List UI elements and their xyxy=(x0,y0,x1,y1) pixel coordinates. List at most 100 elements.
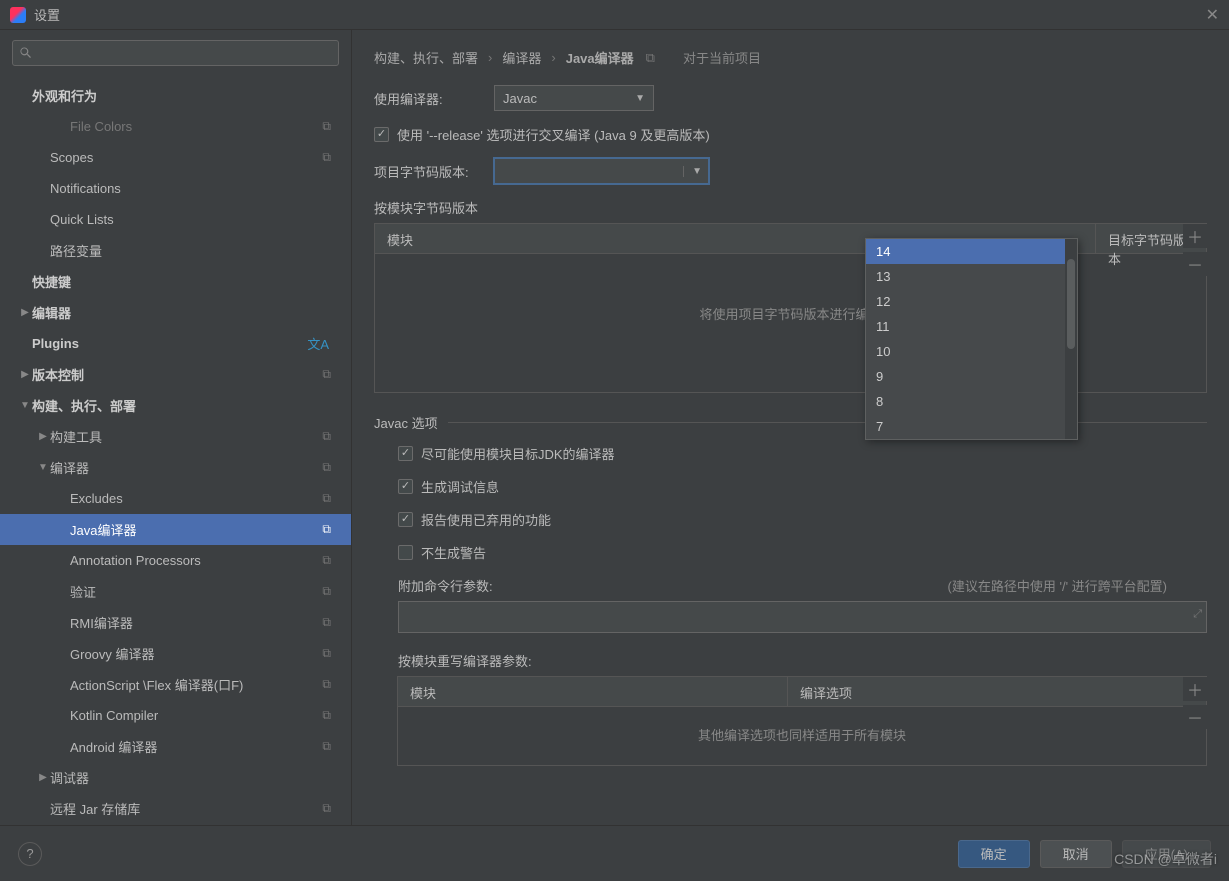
sidebar-item[interactable]: Excludes⧉ xyxy=(0,483,351,514)
sidebar-item[interactable]: ActionScript \Flex 编译器(口F)⧉ xyxy=(0,669,351,700)
override-label: 按模块重写编译器参数: xyxy=(398,651,1207,670)
cmdline-input[interactable]: ⤢ xyxy=(398,601,1207,633)
chevron-down-icon: ▼ xyxy=(683,166,702,177)
module-override-table: 模块 编译选项 ＋ － 其他编译选项也同样适用于所有模块 xyxy=(397,676,1207,766)
scrollbar[interactable] xyxy=(1065,239,1077,439)
copy-icon: ⧉ xyxy=(646,50,655,66)
sidebar-item[interactable]: 远程 Jar 存储库⧉ xyxy=(0,793,351,824)
ok-button[interactable]: 确定 xyxy=(958,840,1030,868)
release-checkbox-label: 使用 '--release' 选项进行交叉编译 (Java 9 及更高版本) xyxy=(397,125,710,144)
settings-tree: 外观和行为File Colors⧉Scopes⧉NotificationsQui… xyxy=(0,76,351,825)
javac-section-title: Javac 选项 xyxy=(374,413,1207,432)
copy-icon: ⧉ xyxy=(322,677,331,692)
copy-icon: ⧉ xyxy=(322,522,331,537)
module-bytecode-table: 模块 目标字节码版本 ＋ － 将使用项目字节码版本进行编译 xyxy=(374,223,1207,393)
search-input[interactable] xyxy=(12,40,339,66)
close-icon[interactable]: ✕ xyxy=(1206,5,1219,25)
dropdown-option[interactable]: 7 xyxy=(866,414,1077,439)
cmdline-hint: (建议在路径中使用 '/' 进行跨平台配置) xyxy=(948,576,1167,595)
dropdown-option[interactable]: 10 xyxy=(866,339,1077,364)
compiler-label: 使用编译器: xyxy=(374,89,494,108)
copy-icon: ⧉ xyxy=(322,739,331,754)
dropdown-option[interactable]: 14 xyxy=(866,239,1077,264)
sidebar-item[interactable]: 外观和行为 xyxy=(0,80,351,111)
crumb-2: Java编译器 xyxy=(566,48,634,67)
expand-icon[interactable]: ⤢ xyxy=(1193,608,1202,621)
chevron-right-icon: › xyxy=(488,50,492,65)
bytecode-label: 项目字节码版本: xyxy=(374,162,494,181)
dropdown-option[interactable]: 11 xyxy=(866,314,1077,339)
language-icon: 文A xyxy=(307,334,329,353)
table-placeholder: 其他编译选项也同样适用于所有模块 xyxy=(398,707,1206,774)
per-module-label: 按模块字节码版本 xyxy=(374,198,1207,217)
chevron-down-icon: ▼ xyxy=(635,93,645,104)
sidebar-item[interactable]: Scopes⧉ xyxy=(0,142,351,173)
add-button[interactable]: ＋ xyxy=(1183,224,1207,248)
app-logo-icon xyxy=(10,7,26,23)
sidebar-item[interactable]: ▼编译器⧉ xyxy=(0,452,351,483)
crumb-1[interactable]: 编译器 xyxy=(502,48,541,67)
crumb-0[interactable]: 构建、执行、部署 xyxy=(374,48,478,67)
sidebar-item[interactable]: Quick Lists xyxy=(0,204,351,235)
sidebar-item[interactable]: Plugins文A xyxy=(0,328,351,359)
dropdown-option[interactable]: 12 xyxy=(866,289,1077,314)
copy-icon: ⧉ xyxy=(322,553,331,568)
table-placeholder: 将使用项目字节码版本进行编译 xyxy=(375,254,1206,353)
sidebar-item[interactable]: 快捷键 xyxy=(0,266,351,297)
sidebar-item[interactable]: ▶构建工具⧉ xyxy=(0,421,351,452)
sidebar-item[interactable]: Kotlin Compiler⧉ xyxy=(0,700,351,731)
copy-icon: ⧉ xyxy=(322,615,331,630)
release-checkbox[interactable] xyxy=(374,127,389,142)
sidebar-item[interactable]: 路径变量 xyxy=(0,235,351,266)
table-col-options[interactable]: 编译选项 xyxy=(788,677,1206,706)
cb-no-warnings[interactable] xyxy=(398,545,413,560)
cancel-button[interactable]: 取消 xyxy=(1040,840,1112,868)
sidebar-item[interactable]: Annotation Processors⧉ xyxy=(0,545,351,576)
cb-use-module-jdk[interactable] xyxy=(398,446,413,461)
copy-icon: ⧉ xyxy=(322,491,331,506)
scope-label: 对于当前项目 xyxy=(683,48,761,67)
sidebar-item[interactable]: Java编译器⧉ xyxy=(0,514,351,545)
breadcrumb: 构建、执行、部署 › 编译器 › Java编译器 ⧉ 对于当前项目 xyxy=(374,48,1207,67)
copy-icon: ⧉ xyxy=(322,429,331,444)
cmdline-label: 附加命令行参数: xyxy=(398,576,493,595)
copy-icon: ⧉ xyxy=(322,708,331,723)
sidebar-item[interactable]: ▶版本控制⧉ xyxy=(0,359,351,390)
cb-report-deprecated[interactable] xyxy=(398,512,413,527)
sidebar-item[interactable]: 验证⧉ xyxy=(0,576,351,607)
search-icon xyxy=(19,46,33,60)
bytecode-select[interactable]: ▼ xyxy=(494,158,709,184)
add-button[interactable]: ＋ xyxy=(1183,677,1207,701)
copy-icon: ⧉ xyxy=(322,150,331,165)
dropdown-option[interactable]: 13 xyxy=(866,264,1077,289)
sidebar-item[interactable]: Android 编译器⧉ xyxy=(0,731,351,762)
sidebar-item[interactable]: File Colors⧉ xyxy=(0,111,351,142)
sidebar: 外观和行为File Colors⧉Scopes⧉NotificationsQui… xyxy=(0,30,352,825)
bytecode-dropdown[interactable]: 1413121110987 xyxy=(865,238,1078,440)
sidebar-item[interactable]: ▶编辑器 xyxy=(0,297,351,328)
remove-button[interactable]: － xyxy=(1183,705,1207,729)
sidebar-item[interactable]: Notifications xyxy=(0,173,351,204)
copy-icon: ⧉ xyxy=(322,460,331,475)
copy-icon: ⧉ xyxy=(322,367,331,382)
sidebar-item[interactable]: Groovy 编译器⧉ xyxy=(0,638,351,669)
watermark: CSDN @卓微者i xyxy=(1114,849,1217,869)
sidebar-item[interactable]: ▶调试器 xyxy=(0,762,351,793)
titlebar: 设置 ✕ xyxy=(0,0,1229,30)
copy-icon: ⧉ xyxy=(322,119,331,134)
sidebar-item[interactable]: RMI编译器⧉ xyxy=(0,607,351,638)
dropdown-option[interactable]: 8 xyxy=(866,389,1077,414)
compiler-select[interactable]: Javac ▼ xyxy=(494,85,654,111)
window-title: 设置 xyxy=(34,5,60,24)
copy-icon: ⧉ xyxy=(322,801,331,816)
sidebar-item[interactable]: ▼构建、执行、部署 xyxy=(0,390,351,421)
table-col-module[interactable]: 模块 xyxy=(398,677,788,706)
remove-button[interactable]: － xyxy=(1183,252,1207,276)
footer: ? 确定 取消 应用(A) xyxy=(0,825,1229,881)
dropdown-option[interactable]: 9 xyxy=(866,364,1077,389)
copy-icon: ⧉ xyxy=(322,646,331,661)
main-panel: 构建、执行、部署 › 编译器 › Java编译器 ⧉ 对于当前项目 使用编译器:… xyxy=(352,30,1229,825)
help-button[interactable]: ? xyxy=(18,842,42,866)
chevron-right-icon: › xyxy=(551,50,555,65)
cb-debug-info[interactable] xyxy=(398,479,413,494)
